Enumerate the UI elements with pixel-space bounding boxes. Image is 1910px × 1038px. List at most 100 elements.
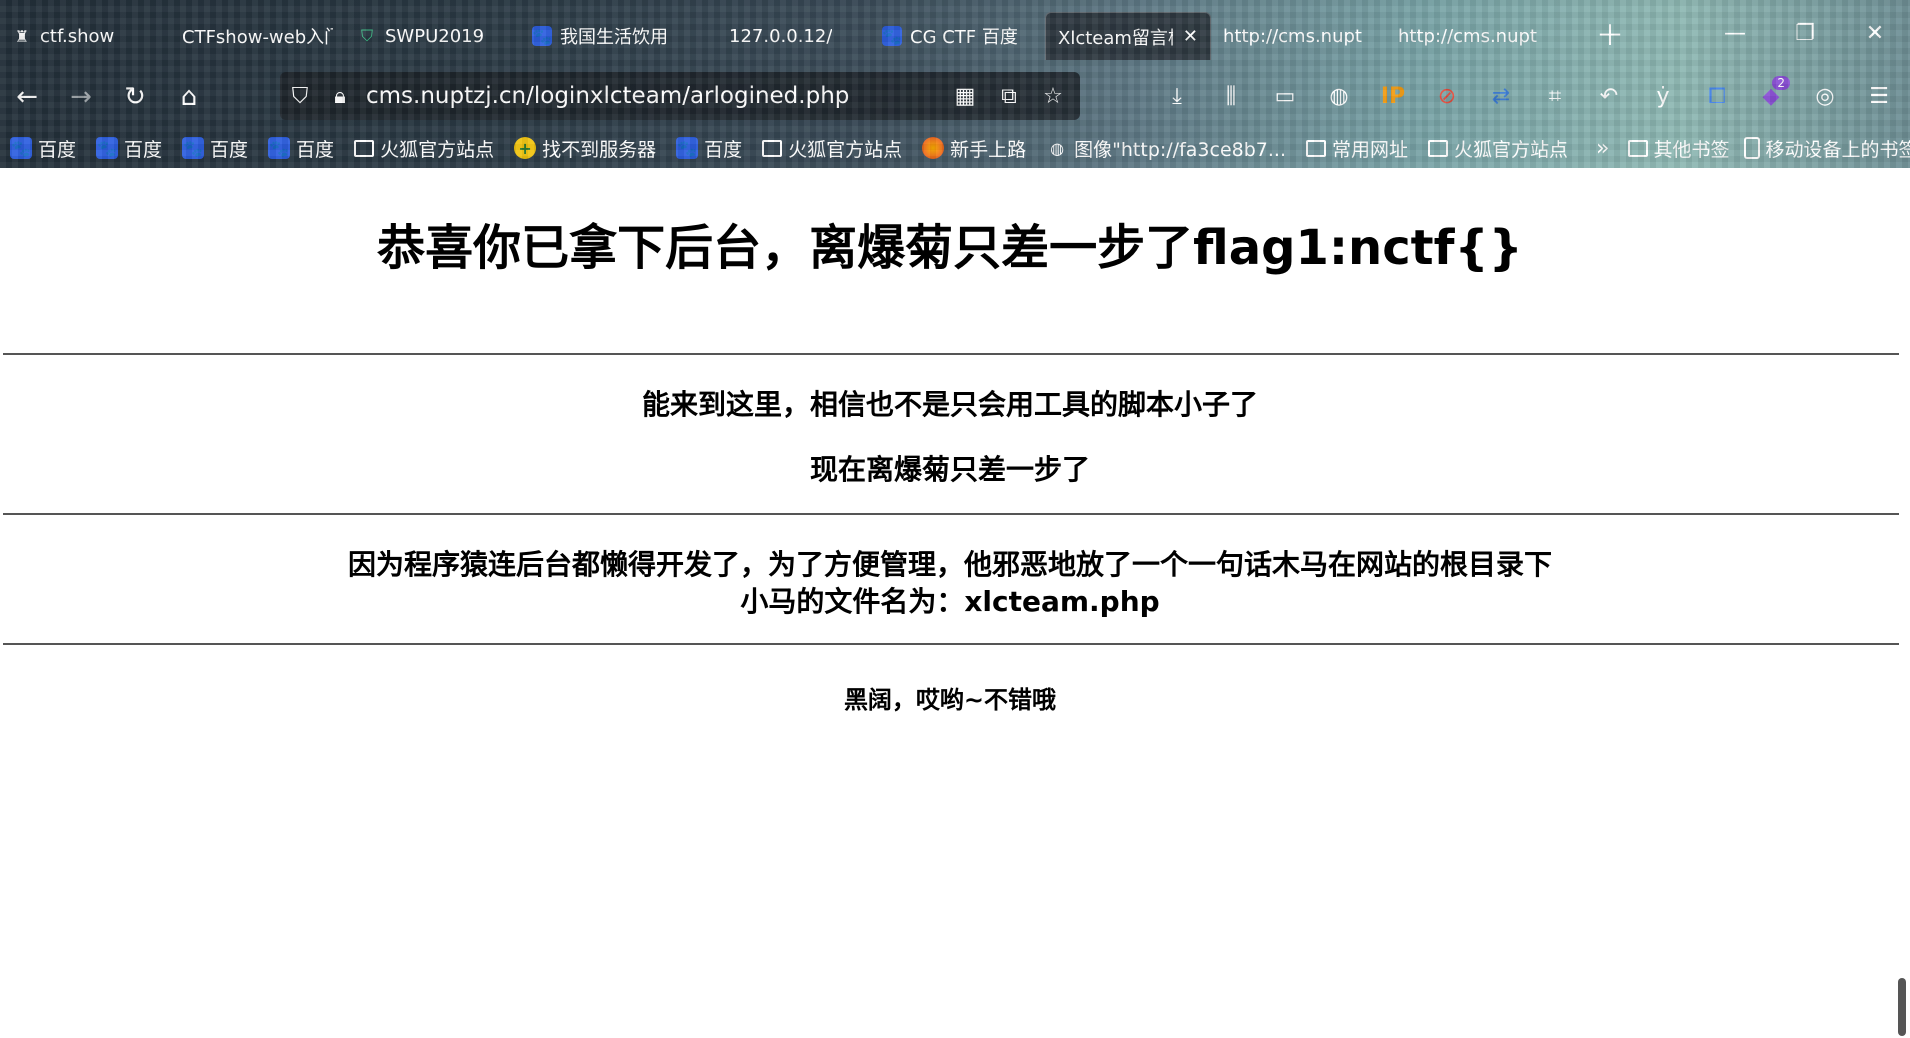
home-button[interactable]: ⌂ — [162, 70, 216, 124]
hint-filename: 小马的文件名为：xlcteam.php — [740, 585, 1160, 618]
bookmark-item[interactable]: 新手上路 — [922, 135, 1026, 162]
download-icon[interactable]: ⤓ — [1150, 84, 1204, 109]
bookmark-label: 火狐官方站点 — [380, 138, 495, 161]
intro-line: 能来到这里，相信也不是只会用工具的脚本小子了 — [641, 388, 1258, 421]
restore-button[interactable]: ❐ — [1770, 0, 1840, 66]
tab-ctfshow-web[interactable]: CTFshow-web入门 — [170, 12, 345, 60]
tab-cgctf[interactable]: 🐾 CG CTF 百度 — [870, 12, 1045, 60]
close-icon[interactable]: ✕ — [1183, 26, 1198, 47]
extensions-icon[interactable]: ◆ 2 — [1744, 75, 1798, 109]
url-text[interactable]: cms.nuptzj.cn/loginxlcteam/arlogined.php — [366, 83, 849, 109]
ip-extension-icon[interactable]: IP — [1366, 84, 1420, 109]
divider — [3, 353, 1899, 355]
new-tab-button[interactable]: ＋ — [1590, 14, 1630, 54]
navigation-bar: ← → ↻ ⌂ ⛉ 🔒︎ cms.nuptzj.cn/loginxlcteam/… — [0, 66, 1910, 128]
bookmark-label: 常用网址 — [1332, 138, 1409, 161]
bookmark-item[interactable]: 🐾 百度 — [268, 135, 334, 162]
bookmark-item[interactable]: ◍ 图像"http://fa3ce8b7... — [1046, 135, 1286, 162]
folder-icon — [354, 139, 375, 157]
baidu-icon: 🐾 — [882, 26, 902, 46]
bookmark-label: 百度 — [124, 138, 163, 161]
account-icon[interactable]: ◎ — [1798, 84, 1852, 109]
page-content: 恭喜你已拿下后台，离爆菊只差一步了flag1:nctf{} 能来到这里，相信也不… — [0, 168, 1910, 1038]
bookmark-folder-other[interactable]: 其他书签 — [1627, 135, 1730, 162]
bookmark-label: 百度 — [296, 138, 335, 161]
undo-icon[interactable]: ↶ — [1582, 84, 1636, 109]
bookmark-star-icon[interactable]: ☆ — [1036, 84, 1070, 109]
folder-icon — [762, 139, 783, 157]
y-extension-icon[interactable]: ẏ — [1636, 84, 1690, 109]
tab-label: http://cms.nupt — [1398, 25, 1537, 47]
chevron-more-icon[interactable]: » — [1596, 136, 1609, 161]
bookmark-label: 图像"http://fa3ce8b7... — [1074, 138, 1286, 161]
baidu-icon: 🐾 — [268, 137, 291, 159]
shield-icon: ⛉ — [360, 26, 373, 45]
baidu-icon: 🐾 — [10, 137, 32, 159]
folder-icon — [1306, 139, 1326, 157]
translate-icon[interactable]: ⧉ — [992, 84, 1026, 109]
bookmark-item[interactable]: 🐾 百度 — [10, 135, 76, 162]
folder-icon — [1627, 139, 1648, 157]
divider — [3, 643, 1899, 645]
bookmark-item[interactable]: 🐾 百度 — [182, 135, 248, 162]
page-heading: 恭喜你已拿下后台，离爆菊只差一步了flag1:nctf{} — [377, 220, 1523, 276]
bookmark-label: 新手上路 — [950, 138, 1027, 161]
library-icon[interactable]: ⫼ — [1204, 84, 1258, 109]
forward-button[interactable]: → — [54, 70, 108, 124]
tab-cms-1[interactable]: http://cms.nupt — [1211, 12, 1386, 60]
bookmark-item[interactable]: 🐾 百度 — [96, 135, 162, 162]
tab-label: Xlcteam留言板 — [1058, 27, 1173, 49]
close-window-button[interactable]: ✕ — [1840, 0, 1910, 66]
bookmark-item[interactable]: 🐾 百度 — [676, 135, 742, 162]
hint-line: 因为程序猿连后台都懒得开发了，为了方便管理，他邪恶地放了一个一句话木马在网站的根… — [347, 548, 1552, 581]
bookmark-folder[interactable]: 火狐官方站点 — [1428, 135, 1568, 162]
qr-code-icon[interactable]: ▦ — [948, 84, 982, 109]
lock-icon[interactable]: 🔒︎ — [320, 84, 360, 109]
tab-swpu2019[interactable]: ⛉ SWPU2019 — [345, 12, 520, 60]
shield-icon[interactable]: ⛉ — [280, 84, 320, 109]
bookmark-label: 其他书签 — [1653, 138, 1730, 161]
extension-badge: 2 — [1772, 75, 1790, 90]
baidu-icon: 🐾 — [96, 137, 119, 159]
bookmark-item[interactable]: + 找不到服务器 — [514, 135, 656, 162]
tab-cms-2[interactable]: http://cms.nupt — [1386, 12, 1551, 60]
tab-localhost[interactable]: 127.0.0.12/ — [695, 12, 870, 60]
url-actions: ▦ ⧉ ☆ — [948, 72, 1070, 120]
reload-button[interactable]: ↻ — [108, 70, 162, 124]
tab-label: CG CTF 百度 — [910, 27, 1018, 48]
bookmark-folder[interactable]: 常用网址 — [1306, 135, 1408, 162]
bookmark-label: 百度 — [210, 138, 249, 161]
ctfshow-icon: ♜ — [14, 26, 30, 46]
plus-circle-icon: + — [514, 137, 537, 159]
tab-ctfshow[interactable]: ♜ ctf.show — [0, 12, 170, 60]
bookmark-label: 火狐官方站点 — [1454, 138, 1569, 161]
sync-icon[interactable]: ⇄ — [1474, 84, 1528, 109]
google-translate-icon[interactable]: ⧠ — [1690, 84, 1744, 109]
tab-xlcteam[interactable]: Xlcteam留言板 ✕ — [1045, 12, 1211, 60]
bookmark-folder[interactable]: 火狐官方站点 — [354, 135, 494, 162]
scrollbar-thumb[interactable] — [1898, 978, 1906, 1036]
reader-view-icon[interactable]: ▭ — [1258, 84, 1312, 109]
minimize-button[interactable]: — — [1700, 0, 1770, 66]
firefox-icon — [922, 137, 945, 159]
tab-baidu-water[interactable]: 🐾 我国生活饮用 — [520, 12, 695, 60]
bookmarks-bar: 🐾 百度 🐾 百度 🐾 百度 🐾 百度 火狐官方站点 + 找不到服务器 🐾 百度 — [0, 128, 1910, 168]
bookmark-folder-mobile[interactable]: 移动设备上的书签 — [1743, 135, 1910, 162]
bookmark-label: 百度 — [704, 138, 743, 161]
bookmark-label: 百度 — [38, 138, 77, 161]
url-bar[interactable]: ⛉ 🔒︎ cms.nuptzj.cn/loginxlcteam/arlogine… — [280, 72, 1080, 120]
tab-label: CTFshow-web入门 — [182, 27, 333, 48]
footer-line: 黑阔，哎哟~不错哦 — [843, 686, 1057, 714]
globe-icon[interactable]: ◍ — [1312, 84, 1366, 109]
bookmark-label: 找不到服务器 — [542, 138, 657, 161]
back-button[interactable]: ← — [0, 70, 54, 124]
crop-icon[interactable]: ⌗ — [1528, 84, 1582, 109]
browser-chrome: ♜ ctf.show CTFshow-web入门 ⛉ SWPU2019 🐾 我国… — [0, 0, 1910, 168]
intro-line: 现在离爆菊只差一步了 — [809, 453, 1090, 486]
bookmark-label: 火狐官方站点 — [788, 138, 903, 161]
block-extension-icon[interactable]: ⊘ — [1420, 84, 1474, 109]
bookmark-folder[interactable]: 火狐官方站点 — [762, 135, 902, 162]
tab-label: 127.0.0.12/ — [729, 25, 833, 47]
menu-icon[interactable]: ☰ — [1852, 84, 1906, 109]
baidu-icon: 🐾 — [532, 26, 552, 46]
